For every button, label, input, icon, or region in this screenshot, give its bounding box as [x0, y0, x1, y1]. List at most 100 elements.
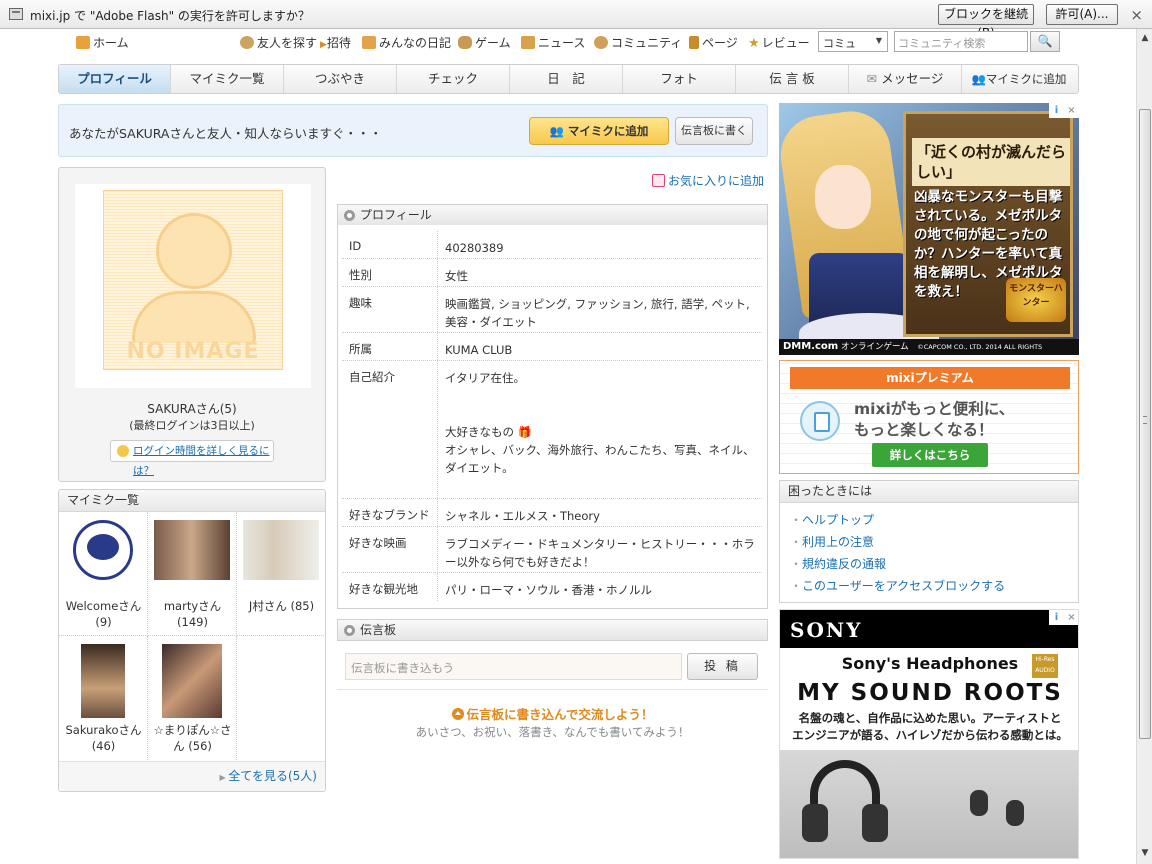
ad-text-board: 「近くの村が滅んだらしい」 凶暴なモンスターも目撃されている。メゼポルタの地で何…: [903, 111, 1073, 337]
profile-tabs: プロフィール マイミク一覧 つぶやき チェック 日 記 フォト 伝 言 板 ✉ …: [58, 64, 1079, 94]
no-image-label: NO IMAGE: [126, 339, 260, 364]
nav-page[interactable]: ページ: [689, 34, 738, 51]
people-icon: 👥: [549, 124, 568, 138]
search-scope-select[interactable]: コミュ ▼: [818, 31, 888, 52]
ad-info-icon[interactable]: i: [1049, 610, 1064, 625]
help-top-link[interactable]: ヘルプトップ: [790, 509, 1078, 531]
nav-community[interactable]: コミュニティ: [594, 34, 682, 51]
profile-section-header: プロフィール: [337, 204, 768, 226]
nav-find-friends[interactable]: 友人を探す: [240, 34, 317, 51]
tab-voice[interactable]: つぶやき: [284, 65, 397, 93]
sony-campaign-title: MY SOUND ROOTS: [797, 680, 1063, 706]
tab-photo[interactable]: フォト: [623, 65, 736, 93]
report-violation-link[interactable]: 規約違反の通報: [790, 553, 1078, 575]
tab-message[interactable]: ✉ メッセージ: [849, 65, 962, 93]
search-button[interactable]: 🔍: [1030, 31, 1060, 52]
tab-diary[interactable]: 日 記: [510, 65, 623, 93]
scroll-down-icon[interactable]: ▼: [1139, 846, 1151, 860]
block-flash-button[interactable]: ブロックを継続(B): [938, 4, 1034, 40]
add-favorite-link[interactable]: お気に入りに追加: [652, 172, 764, 189]
help-links: ヘルプトップ 利用上の注意 規約違反の通報 このユーザーをアクセスブロックする: [780, 503, 1078, 597]
nav-diary[interactable]: みんなの日記: [362, 34, 451, 51]
board-input[interactable]: 伝言板に書き込もう: [345, 653, 682, 680]
ad-close-icon[interactable]: ×: [1064, 103, 1079, 118]
friend-avatar: [243, 520, 319, 580]
envelope-icon: ✉: [866, 71, 882, 86]
tab-check[interactable]: チェック: [397, 65, 510, 93]
global-nav: ホーム 友人を探す ▶招待 みんなの日記 ゲーム ニュース コミュニティ ページ…: [58, 31, 1078, 53]
mymixi-list-title: マイミク一覧: [59, 490, 325, 512]
headphones-photo: [780, 750, 1078, 858]
avatar-body-shape: [132, 291, 256, 343]
community-search-input[interactable]: コミュニティ検索: [894, 31, 1028, 52]
profile-row-id: ID 40280389: [342, 231, 762, 259]
add-mymixi-button[interactable]: 👥 マイミクに追加: [529, 117, 669, 145]
profile-card: NO IMAGE SAKURAさん(5) (最終ログインは3日以上) ログイン時…: [58, 167, 326, 482]
friend-avatar: [81, 644, 125, 718]
premium-ribbon: mixiプレミアム: [790, 367, 1070, 389]
mymixi-list-box: マイミク一覧 Welcomeさん (9) martyさん (149) J村さん …: [58, 489, 326, 792]
page-scrollbar[interactable]: ▲ ▼: [1136, 29, 1152, 864]
pencil-icon: [362, 36, 376, 49]
login-time-help-link[interactable]: ログイン時間を詳しく見るには？: [110, 440, 274, 477]
people-icon: 👥: [971, 72, 986, 86]
tab-message-board[interactable]: 伝 言 板: [736, 65, 849, 93]
memo-icon: [800, 401, 840, 441]
heart-icon: [652, 174, 665, 187]
nav-home[interactable]: ホーム: [76, 34, 129, 51]
post-button[interactable]: 投 稿: [687, 653, 758, 680]
search-icon: 🔍: [1037, 34, 1053, 48]
profile-row-affiliation: 所属 KUMA CLUB: [342, 333, 762, 361]
circle-icon: [344, 625, 355, 636]
allow-flash-button[interactable]: 許可(A)...: [1046, 4, 1118, 25]
see-all-link[interactable]: ▶ 全てを見る(5人): [59, 767, 317, 784]
close-icon[interactable]: ×: [1130, 6, 1143, 24]
profile-row-sightseeing: 好きな観光地 パリ・ローマ・ソウル・香港・ホノルル: [342, 573, 762, 601]
list-item[interactable]: Sakurakoさん (46): [59, 636, 148, 760]
circle-icon: [344, 210, 355, 221]
nav-news[interactable]: ニュース: [521, 34, 585, 51]
premium-details-button[interactable]: 詳しくはこちら: [872, 443, 988, 467]
plugin-icon: [9, 8, 23, 20]
headphones-icon: [802, 760, 888, 842]
earbud-icon: [1006, 800, 1024, 826]
tab-mymixi-list[interactable]: マイミク一覧: [171, 65, 284, 93]
usage-notes-link[interactable]: 利用上の注意: [790, 531, 1078, 553]
premium-copy: mixiがもっと便利に、 もっと楽しくなる！: [854, 400, 1015, 439]
ad-footer: DMM.com オンラインゲーム ©CAPCOM CO., LTD. 2014 …: [779, 339, 1079, 355]
profile-row-brand: 好きなブランド シャネル・エルメス・Theory: [342, 499, 762, 527]
sony-ad-banner[interactable]: SONY i × Sony's Headphones Hi-Res AUDIO …: [779, 609, 1079, 859]
no-image-placeholder: NO IMAGE: [103, 190, 283, 370]
tab-profile[interactable]: プロフィール: [59, 65, 171, 93]
arrow-right-icon: ▶: [320, 40, 327, 50]
list-item[interactable]: martyさん (149): [148, 512, 237, 636]
divider: [337, 689, 768, 690]
board-cta-link[interactable]: 伝言板に書き込んで交流しよう！: [337, 704, 768, 723]
list-item[interactable]: Welcomeさん (9): [59, 512, 148, 636]
list-item[interactable]: J村さん (85): [237, 512, 325, 636]
nav-review[interactable]: ★ レビュー: [748, 34, 810, 51]
nav-game[interactable]: ゲーム: [458, 34, 511, 51]
profile-photo[interactable]: NO IMAGE: [75, 184, 311, 388]
tab-add-mymixi[interactable]: 👥マイミクに追加: [962, 65, 1076, 93]
write-board-button[interactable]: 伝言板に書く: [675, 117, 753, 145]
list-item[interactable]: ☆まりぽん☆さん (56): [148, 636, 237, 760]
lightbulb-icon: [117, 445, 129, 457]
scrollbar-thumb[interactable]: [1139, 109, 1151, 739]
earbud-icon: [970, 790, 988, 816]
profile-row-movie: 好きな映画 ラブコメディー・ドキュメンタリー・ヒストリー・・・ホラー以外なら何でも…: [342, 527, 762, 573]
search-icon: [240, 36, 254, 49]
hi-res-badge: Hi-Res AUDIO: [1032, 654, 1058, 678]
scroll-up-icon[interactable]: ▲: [1139, 31, 1151, 45]
ad-close-icon[interactable]: ×: [1064, 610, 1078, 625]
sony-description: 名盤の魂と、自作品に込めた思い。アーティストと エンジニアが語る、ハイレゾだから…: [792, 711, 1068, 742]
game-ad-banner[interactable]: 「近くの村が滅んだらしい」 凶暴なモンスターも目撃されている。メゼポルタの地で何…: [779, 103, 1079, 355]
mixi-premium-banner[interactable]: mixiプレミアム mixiがもっと便利に、 もっと楽しくなる！ 詳しくはこちら: [779, 360, 1079, 474]
block-user-link[interactable]: このユーザーをアクセスブロックする: [790, 575, 1078, 597]
nav-invite[interactable]: ▶招待: [320, 34, 351, 51]
friend-avatar: [162, 644, 222, 718]
ad-info-icon[interactable]: i: [1049, 103, 1064, 118]
profile-table: ID 40280389 性別 女性 趣味 映画鑑賞, ショッピング, ファッション, …: [337, 225, 768, 609]
self-intro-text: イタリア在住。 大好きなもの 🎁 オシャレ、バック、海外旅行、わんこたち、写真、…: [445, 371, 755, 475]
profile-row-hobby: 趣味 映画鑑賞, ショッピング, ファッション, 旅行, 語学, ペット, 美容・…: [342, 287, 762, 333]
